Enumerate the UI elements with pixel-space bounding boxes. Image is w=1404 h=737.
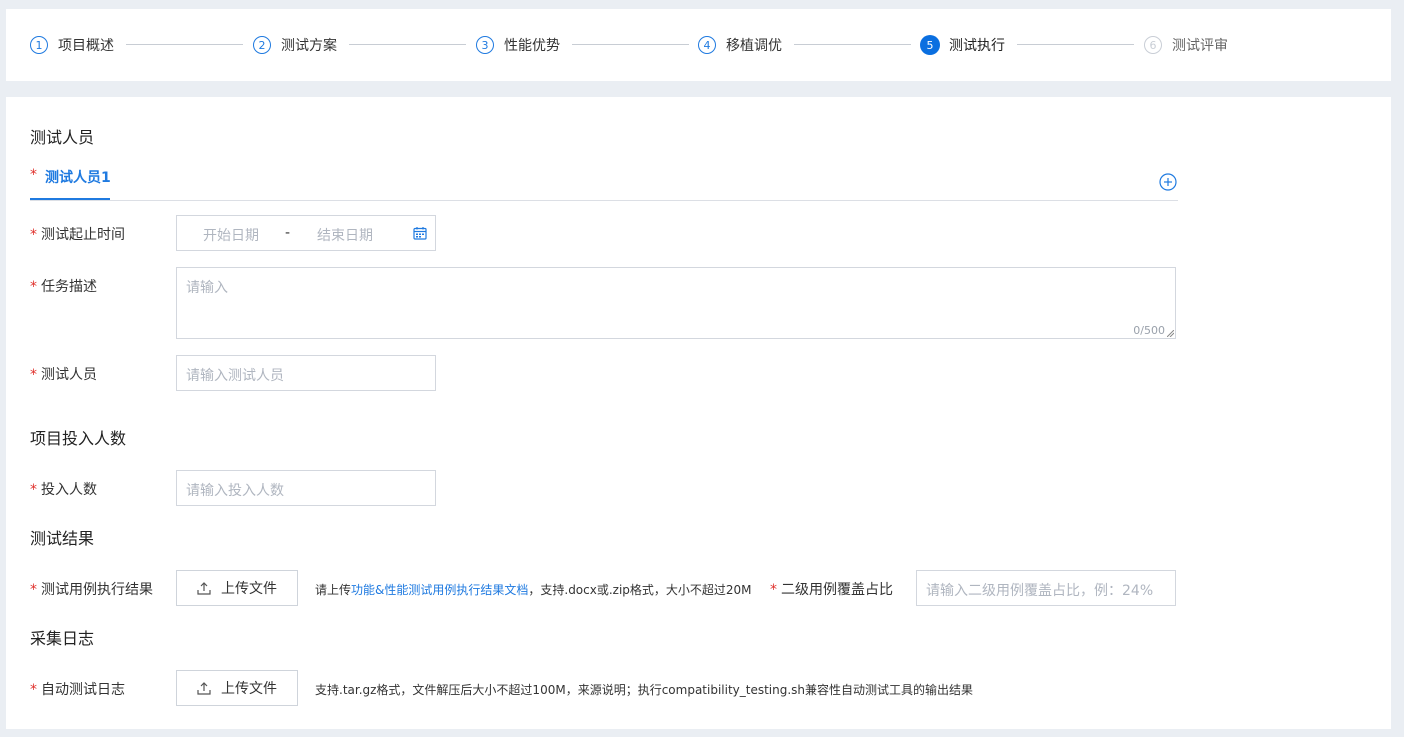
required-mark: * — [30, 582, 37, 598]
upload-icon — [197, 682, 211, 695]
step-connector — [794, 44, 911, 45]
headcount-placeholder: 请输入投入人数 — [186, 483, 284, 499]
coverage-input[interactable]: 请输入二级用例覆盖占比，例：24% — [916, 570, 1176, 606]
step-6[interactable]: 6 测试评审 — [1144, 35, 1228, 55]
steps-bar: 1 项目概述 2 测试方案 3 性能优势 4 移植调优 5 测试执行 6 测试评… — [6, 9, 1391, 81]
step-2[interactable]: 2 测试方案 — [253, 35, 337, 55]
char-counter: 0/500 — [1133, 324, 1165, 337]
auto-log-label-text: 自动测试日志 — [41, 682, 125, 698]
investment-section-title: 项目投入人数 — [30, 429, 127, 448]
template-doc-link[interactable]: 功能&性能测试用例执行结果文档 — [351, 583, 528, 597]
upload-icon — [197, 582, 211, 595]
step-3[interactable]: 3 性能优势 — [476, 35, 560, 55]
step-number: 2 — [253, 36, 271, 54]
step-5[interactable]: 5 测试执行 — [921, 35, 1005, 55]
tester-label: * 测试人员 — [30, 364, 97, 384]
task-label-text: 任务描述 — [41, 279, 97, 295]
period-label-text: 测试起止时间 — [41, 227, 125, 243]
step-number: 1 — [30, 36, 48, 54]
task-label: * 任务描述 — [30, 276, 97, 296]
required-mark: * — [30, 279, 37, 295]
step-connector — [1017, 44, 1134, 45]
results-section-title: 测试结果 — [30, 529, 95, 548]
upload-label: 上传文件 — [221, 681, 277, 697]
tab-tester-1[interactable]: * 测试人员1 — [30, 167, 111, 199]
step-connector — [349, 44, 466, 45]
step-label: 测试方案 — [281, 38, 337, 54]
end-date-input[interactable]: 结束日期 — [317, 225, 373, 245]
headcount-input[interactable]: 请输入投入人数 — [176, 470, 436, 506]
upload-case-results-button[interactable]: 上传文件 — [176, 570, 298, 606]
logs-section-title: 采集日志 — [30, 629, 95, 648]
upload-label: 上传文件 — [221, 581, 277, 597]
step-number: 6 — [1144, 36, 1162, 54]
tester-placeholder: 请输入测试人员 — [186, 368, 284, 384]
required-mark: * — [770, 582, 777, 598]
calendar-icon[interactable] — [413, 226, 427, 240]
step-connector — [126, 44, 243, 45]
form-card: 测试人员 * 测试人员1 *测试起止时间 开始日期 - 结束日期 *任务描述 — [6, 97, 1391, 729]
tab-label: 测试人员1 — [45, 170, 111, 186]
resize-handle-icon[interactable] — [1167, 330, 1174, 337]
required-mark: * — [30, 482, 37, 498]
required-mark: * — [30, 682, 37, 698]
plus-circle-icon[interactable] — [1159, 173, 1177, 191]
headcount-label: * 投入人数 — [30, 479, 97, 499]
step-number: 4 — [698, 36, 716, 54]
case-results-label-text: 测试用例执行结果 — [41, 582, 153, 598]
start-date-input[interactable]: 开始日期 — [203, 225, 259, 245]
tester-input[interactable]: 请输入测试人员 — [176, 355, 436, 391]
hint-prefix: 请上传 — [315, 583, 352, 597]
date-range-picker[interactable]: 开始日期 - 结束日期 — [176, 215, 436, 251]
step-number: 3 — [476, 36, 494, 54]
required-mark: * — [30, 167, 37, 183]
step-label: 移植调优 — [726, 38, 782, 54]
step-label: 测试评审 — [1172, 38, 1228, 54]
testers-section-title: 测试人员 — [30, 128, 95, 147]
period-label: * 测试起止时间 — [30, 224, 125, 244]
coverage-placeholder: 请输入二级用例覆盖占比，例：24% — [926, 583, 1154, 599]
coverage-label: * 二级用例覆盖占比 — [770, 579, 893, 599]
step-4[interactable]: 4 移植调优 — [698, 35, 782, 55]
step-label: 测试执行 — [949, 38, 1005, 54]
case-results-hint: 请上传功能&性能测试用例执行结果文档，支持.docx或.zip格式，大小不超过2… — [315, 581, 752, 598]
hint-suffix: ，支持.docx或.zip格式，大小不超过20M — [528, 583, 752, 597]
tab-divider — [30, 200, 1178, 201]
tester-label-text: 测试人员 — [41, 367, 97, 383]
step-number: 5 — [921, 36, 939, 54]
task-description-textarea[interactable]: 请输入 0/500 — [176, 267, 1176, 339]
case-results-label: * 测试用例执行结果 — [30, 579, 153, 599]
auto-log-hint: 支持.tar.gz格式，文件解压后大小不超过100M，来源说明；执行compat… — [315, 683, 974, 697]
date-separator: - — [285, 225, 291, 241]
task-placeholder: 请输入 — [186, 280, 228, 296]
upload-log-button[interactable]: 上传文件 — [176, 670, 298, 706]
step-label: 性能优势 — [504, 38, 560, 54]
step-connector — [572, 44, 689, 45]
auto-log-label: * 自动测试日志 — [30, 679, 125, 699]
step-1[interactable]: 1 项目概述 — [30, 35, 114, 55]
required-mark: * — [30, 367, 37, 383]
step-label: 项目概述 — [58, 38, 114, 54]
coverage-label-text: 二级用例覆盖占比 — [781, 582, 893, 598]
headcount-label-text: 投入人数 — [41, 482, 97, 498]
required-mark: * — [30, 227, 37, 243]
